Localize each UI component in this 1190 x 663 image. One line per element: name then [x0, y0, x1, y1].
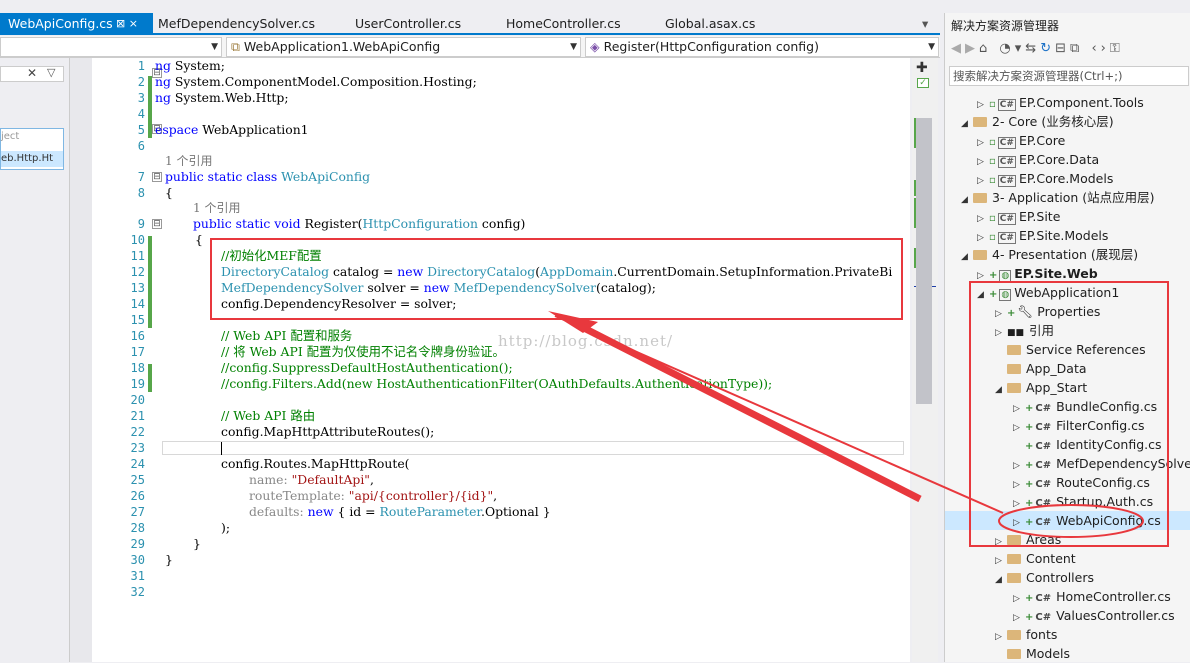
- annotation-tree-box: [969, 281, 1169, 547]
- annotation-arrow-shaft: [576, 321, 922, 503]
- annotation-overlay: [548, 281, 1169, 547]
- annotation-ellipse: [998, 504, 1144, 538]
